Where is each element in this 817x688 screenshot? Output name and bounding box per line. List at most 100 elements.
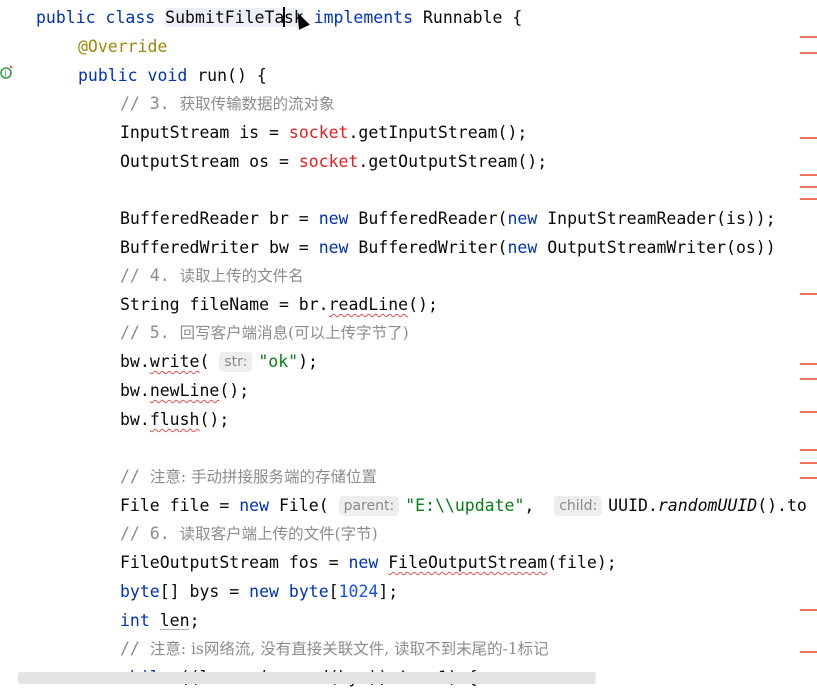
horizontal-scrollbar[interactable] (18, 672, 596, 684)
code-text: BufferedReader br = (120, 209, 319, 228)
code-line-4[interactable]: // 3. 获取传输数据的流对象 (120, 89, 335, 118)
method-call: newLine (149, 381, 220, 400)
error-stripe-marker[interactable] (800, 462, 817, 464)
method-signature: run() { (197, 66, 267, 85)
code-text: UUID. (608, 496, 658, 515)
code-line-21[interactable]: byte[] bys = new byte[1024]; (120, 577, 398, 606)
code-editor[interactable]: I public class SubmitFileTask implements… (0, 0, 817, 688)
string-literal: "ok" (258, 352, 299, 371)
keyword: implements (313, 8, 414, 27)
parameter-hint: str: (219, 352, 253, 372)
svg-text:I: I (4, 70, 6, 79)
code-text: ); (298, 352, 318, 371)
variable: len (159, 611, 190, 630)
code-text: InputStreamReader(is)); (537, 209, 776, 228)
comment-text: 读取客户端上传的文件(字节) (179, 525, 378, 543)
comment-text: 回写客户端消息(可以上传字节了) (179, 324, 409, 342)
code-text: InputStream is = (120, 123, 289, 142)
method-call: randomUUID (657, 496, 758, 515)
error-stripe-marker[interactable] (800, 609, 817, 611)
comment-text: 注意: 手动拼接服务端的存储位置 (149, 468, 377, 486)
code-text: bw. (120, 410, 150, 429)
keyword: new (318, 238, 349, 257)
error-stripe-marker[interactable] (800, 137, 817, 139)
code-text: ().to (757, 496, 807, 515)
field-ref: socket (298, 152, 359, 171)
code-line-2[interactable]: @Override (78, 32, 167, 61)
error-stripe-marker[interactable] (800, 293, 817, 295)
code-line-10[interactable]: // 4. 读取上传的文件名 (120, 261, 304, 290)
code-line-8[interactable]: BufferedReader br = new BufferedReader(n… (120, 204, 776, 233)
code-text: bw. (120, 381, 150, 400)
keyword: int (120, 611, 150, 630)
comment-text: 注意: is网络流, 没有直接关联文件, 读取不到末尾的-1标记 (149, 640, 549, 658)
code-line-14[interactable]: bw.newLine(); (120, 376, 249, 405)
keyword: byte (120, 582, 160, 601)
code-line-22[interactable]: int len; (120, 606, 200, 635)
error-stripe-marker[interactable] (800, 411, 817, 413)
code-text: FileOutputStream fos = (120, 553, 349, 572)
error-stripe-marker[interactable] (800, 363, 817, 365)
code-text: bw. (120, 352, 150, 371)
code-line-20[interactable]: FileOutputStream fos = new FileOutputStr… (120, 548, 617, 577)
annotation: @Override (78, 37, 168, 56)
comment-prefix: // 4. (120, 266, 180, 285)
code-line-5[interactable]: InputStream is = socket.getInputStream()… (120, 118, 527, 147)
code-text: .getInputStream(); (348, 123, 528, 142)
code-text: ]; (378, 582, 399, 601)
error-stripe-marker[interactable] (800, 36, 817, 38)
keyword: new (348, 553, 379, 572)
keyword: void (147, 66, 188, 85)
error-stripe-marker[interactable] (800, 174, 817, 176)
error-stripe-marker[interactable] (800, 186, 817, 188)
code-line-18[interactable]: File file = new File( parent: "E:\\update… (120, 491, 807, 520)
error-stripe-marker[interactable] (800, 378, 817, 380)
code-text: ; (189, 611, 200, 630)
error-stripe-marker[interactable] (800, 198, 817, 200)
keyword: public (36, 8, 96, 27)
code-line-23[interactable]: // 注意: is网络流, 没有直接关联文件, 读取不到末尾的-1标记 (120, 634, 549, 663)
code-line-17[interactable]: // 注意: 手动拼接服务端的存储位置 (120, 462, 377, 491)
code-line-3[interactable]: public void run() { (78, 61, 267, 90)
method-call: flush (149, 410, 200, 429)
code-text: , (524, 496, 545, 515)
keyword: new (239, 496, 270, 515)
comment-prefix: // 6. (120, 524, 180, 543)
code-text: BufferedWriter( (348, 238, 508, 257)
code-text: (); (219, 381, 250, 400)
code-text: [ (328, 582, 339, 601)
class-ref: FileOutputStream (388, 553, 548, 572)
code-text: [] bys = (159, 582, 250, 601)
parameter-hint: parent: (338, 496, 400, 516)
code-line-19[interactable]: // 6. 读取客户端上传的文件(字节) (120, 519, 378, 548)
comment-prefix: // (120, 639, 150, 658)
code-line-13[interactable]: bw.write( str: "ok"); (120, 347, 318, 376)
code-line-11[interactable]: String fileName = br.readLine(); (120, 290, 438, 319)
interface-name: Runnable { (422, 8, 523, 27)
keyword: new (507, 209, 538, 228)
code-line-9[interactable]: BufferedWriter bw = new BufferedWriter(n… (120, 233, 776, 262)
error-stripe-marker[interactable] (800, 477, 817, 479)
code-text: (file); (547, 553, 617, 572)
string-literal: "E:\\update" (405, 496, 525, 515)
error-stripe-marker[interactable] (800, 52, 817, 54)
keyword: class (105, 8, 156, 27)
error-stripe-marker[interactable] (800, 651, 817, 653)
code-line-12[interactable]: // 5. 回写客户端消息(可以上传字节了) (120, 318, 409, 347)
keyword: byte (288, 582, 329, 601)
code-text: .getOutputStream(); (358, 152, 548, 171)
parameter-hint: child: (554, 496, 603, 516)
keyword: new (318, 209, 349, 228)
keyword: new (249, 582, 279, 601)
code-line-6[interactable]: OutputStream os = socket.getOutputStream… (120, 147, 547, 176)
code-line-1[interactable]: public class SubmitFileTask implements R… (36, 3, 522, 32)
code-line-15[interactable]: bw.flush(); (120, 405, 229, 434)
comment-prefix: // (120, 467, 150, 486)
error-stripe-marker[interactable] (800, 449, 817, 451)
comment-prefix: // 3. (120, 94, 180, 113)
code-text: BufferedWriter bw = (120, 238, 319, 257)
override-gutter-icon[interactable]: I (0, 64, 14, 80)
code-text: ( (199, 352, 210, 371)
